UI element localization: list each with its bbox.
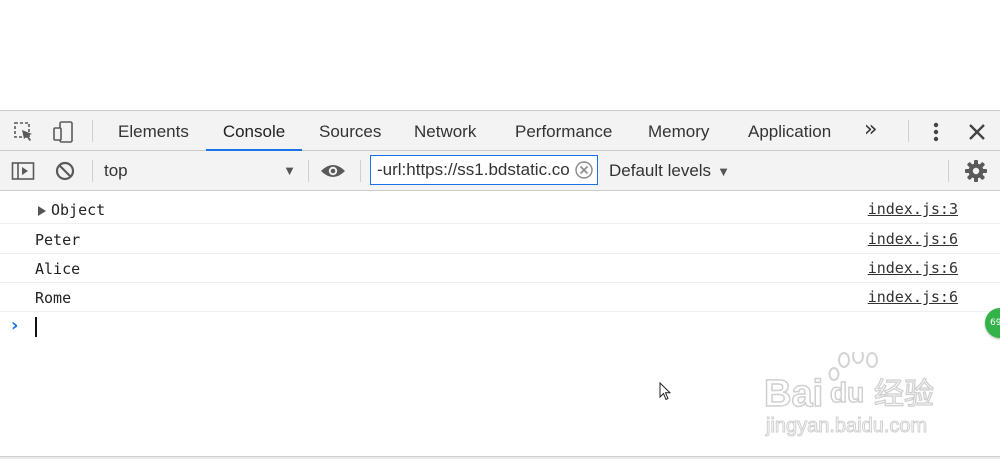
- tab-application[interactable]: Application: [748, 111, 831, 151]
- clear-filter-icon[interactable]: [575, 161, 593, 179]
- filter-input[interactable]: [377, 159, 569, 181]
- more-tabs-button[interactable]: »: [864, 111, 877, 151]
- chevron-down-icon: ▼: [717, 164, 730, 179]
- tabbar-separator: [908, 120, 909, 142]
- console-message-text[interactable]: Object: [51, 201, 105, 219]
- expand-triangle-icon[interactable]: [38, 206, 46, 216]
- gear-icon[interactable]: [963, 158, 989, 184]
- page: Elements Console Sources Network Perform…: [0, 0, 1000, 459]
- context-selector[interactable]: top ▼: [104, 159, 296, 183]
- console-message: Rome index.js:6: [0, 283, 1000, 312]
- chevron-down-icon: ▼: [283, 163, 296, 178]
- clear-console-icon[interactable]: [52, 158, 78, 184]
- text-caret: [35, 317, 37, 337]
- eye-icon[interactable]: [320, 158, 346, 184]
- console-message-text: Rome: [35, 289, 72, 307]
- prompt-chevron-icon: ›: [11, 315, 19, 336]
- tab-elements[interactable]: Elements: [118, 111, 189, 151]
- sidebar-toggle-icon[interactable]: [10, 158, 36, 184]
- source-link[interactable]: index.js:6: [868, 288, 958, 306]
- source-link[interactable]: index.js:3: [868, 200, 958, 218]
- console-message: Peter index.js:6: [0, 225, 1000, 254]
- console-message-text: Peter: [35, 231, 81, 249]
- watermark-url: jingyan.baidu.com: [765, 415, 927, 437]
- log-levels-label: Default levels: [609, 161, 712, 180]
- tab-memory[interactable]: Memory: [648, 111, 709, 151]
- toolbar-separator: [948, 160, 949, 182]
- watermark-cn-text: 经验: [874, 377, 934, 412]
- filter-box: [370, 155, 598, 185]
- source-link[interactable]: index.js:6: [868, 259, 958, 277]
- tabbar-separator: [92, 120, 93, 142]
- console-message: Alice index.js:6: [0, 254, 1000, 283]
- tab-console[interactable]: Console: [206, 111, 302, 151]
- console-toolbar: top ▼ -url:https://ss1.bdstatic.com Defa…: [0, 151, 1000, 191]
- watermark-brand: Bai: [764, 373, 823, 415]
- baidu-jingyan-watermark: Bai du 经验 jingyan.baidu.com: [762, 348, 962, 442]
- toolbar-separator: [92, 160, 93, 182]
- more-vert-icon[interactable]: [923, 119, 949, 145]
- mouse-cursor-icon: [659, 381, 673, 402]
- source-link[interactable]: index.js:6: [868, 230, 958, 248]
- tab-performance[interactable]: Performance: [515, 111, 612, 151]
- tab-sources[interactable]: Sources: [319, 111, 381, 151]
- console-message: Object index.js:3: [0, 195, 1000, 224]
- console-message-text: Alice: [35, 260, 81, 278]
- watermark-brand-tail: du: [830, 377, 864, 408]
- inspect-element-icon[interactable]: [11, 119, 37, 145]
- toolbar-separator: [360, 160, 361, 182]
- log-levels-dropdown[interactable]: Default levels ▼: [609, 159, 730, 184]
- tab-network[interactable]: Network: [414, 111, 476, 151]
- context-value: top: [104, 161, 128, 180]
- toolbar-separator: [308, 160, 309, 182]
- close-icon[interactable]: [964, 119, 990, 145]
- device-toolbar-icon[interactable]: [50, 119, 76, 145]
- devtools-tabbar: Elements Console Sources Network Perform…: [0, 111, 1000, 151]
- console-prompt[interactable]: ›: [0, 313, 1000, 341]
